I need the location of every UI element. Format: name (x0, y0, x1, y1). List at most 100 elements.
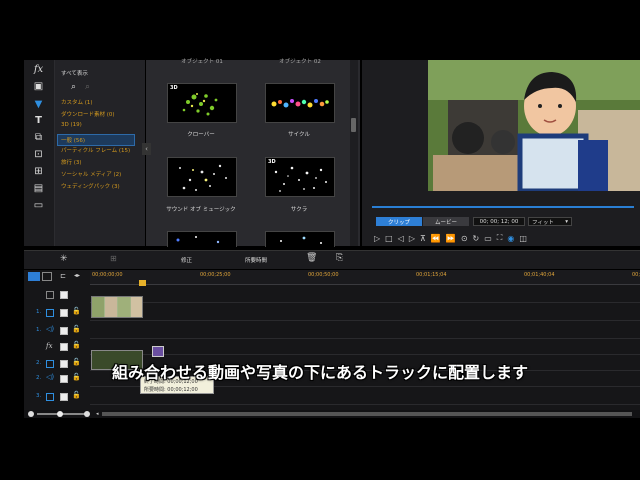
drag-cursor-icon (152, 346, 164, 357)
thumb-partial-1[interactable] (167, 231, 237, 247)
show-all-dropdown[interactable]: すべて表示 (61, 69, 88, 77)
tool-strip: fx ▣ ▼ T ⧉ ⊡ ⊞ ▤ ▭ (24, 60, 55, 246)
category-item[interactable]: ウェディングパック (3) (61, 182, 120, 190)
delete-category-icon[interactable]: ⌕ (85, 82, 90, 92)
thumb-partial-2[interactable] (265, 231, 335, 247)
3d-mode-icon[interactable]: ◉ (507, 234, 514, 243)
track-enable-checkbox[interactable] (60, 291, 68, 299)
category-item[interactable]: 3D (19) (61, 122, 82, 128)
scroll-left-icon[interactable]: ◂ (96, 411, 99, 417)
thumb-top-label-2: オブジェクト 02 (279, 59, 321, 65)
track-header-fx: fx 🔓 (24, 338, 90, 354)
play-icon[interactable]: ▷ (374, 234, 380, 243)
snapshot-icon[interactable]: ⊼ (420, 234, 426, 243)
video-track-icon (46, 393, 54, 401)
transition-room-icon[interactable]: ⧉ (31, 131, 46, 144)
fx-icon[interactable]: fx (31, 63, 46, 76)
sound-of-music-particles (179, 164, 227, 191)
video-track-icon (46, 309, 54, 317)
track-row[interactable] (90, 338, 640, 355)
stop-icon[interactable]: □ (385, 234, 393, 243)
fit-timeline-icon[interactable]: ◂▸ (74, 272, 80, 279)
particle-thumbnail-grid: オブジェクト 01 オブジェクト 02 3D クローバー サイクル サウンド オ… (146, 59, 360, 247)
video-clip[interactable] (91, 296, 143, 318)
timeline-tracks: ⊏ ◂▸ 00;00;00;00 00;00;25;00 00;00;50;00 00… (24, 270, 640, 410)
add-category-icon[interactable]: ⌕ (71, 82, 76, 92)
cycle-particles (271, 99, 329, 108)
clover-particles (182, 93, 218, 116)
lock-icon[interactable]: 🔓 (72, 391, 81, 399)
category-item[interactable]: ソーシャル メディア (2) (61, 170, 121, 178)
volume-icon[interactable]: ◫ (519, 234, 527, 243)
zoom-fit-select[interactable]: フィット ▾ (528, 217, 572, 226)
rewind-icon[interactable]: ⏪ (431, 234, 441, 243)
subtitle-icon[interactable]: ▭ (484, 234, 492, 243)
scrollbar-thumb[interactable] (351, 118, 356, 132)
ruler-tick-label: 00;01;15;04 (416, 272, 447, 278)
storyboard-view-icon[interactable] (42, 272, 52, 281)
thumb-cycle[interactable] (265, 83, 335, 123)
record-icon[interactable]: ⊙ (461, 234, 468, 243)
thumb-scrollbar[interactable] (350, 60, 358, 246)
tutorial-caption: 組み合わせる動画や写真の下にあるトラックに配置します (111, 363, 528, 382)
category-item[interactable]: パーティクル フレーム (15) (61, 146, 130, 154)
fast-forward-icon[interactable]: ⏩ (446, 234, 456, 243)
timeline-zoom-bar: ◂ (24, 410, 640, 418)
track-enable-checkbox[interactable] (60, 343, 68, 351)
clip-filmstrip (92, 297, 142, 317)
magic-tool-icon[interactable]: ✳ (60, 254, 68, 264)
movie-mode-tab[interactable]: ムービー (423, 217, 469, 226)
category-item[interactable]: ダウンロード素材 (0) (61, 110, 115, 118)
tooltip-duration: 所要時間: 00;00;12;00 (144, 387, 198, 393)
track-manager-icon[interactable]: ⊏ (60, 272, 66, 280)
collapse-panel-icon[interactable]: ‹ (142, 143, 151, 155)
split-icon[interactable]: ⊞ (110, 254, 117, 263)
track-enable-checkbox[interactable] (60, 327, 68, 335)
audio-mix-icon[interactable]: ⊞ (31, 165, 46, 178)
lock-icon[interactable]: 🔓 (72, 325, 81, 333)
fullscreen-icon[interactable]: ⛶ (497, 233, 503, 243)
subtitle-room-icon[interactable]: ▭ (31, 199, 46, 212)
category-item[interactable]: 一般 (56) (57, 134, 135, 146)
lock-icon[interactable]: 🔓 (72, 341, 81, 349)
track-number: 3. (36, 393, 42, 399)
zoom-in-icon[interactable] (84, 411, 90, 417)
thumb-clover[interactable]: 3D (167, 83, 237, 123)
preview-photo (428, 60, 640, 191)
timeline-ruler[interactable]: 00;00;00;00 00;00;25;00 00;00;50;00 00;01;1… (90, 270, 640, 285)
track-row[interactable] (90, 286, 640, 303)
next-frame-icon[interactable]: ▷ (409, 234, 415, 243)
media-room-icon[interactable]: ▣ (31, 80, 46, 93)
title-room-icon[interactable]: T (31, 114, 46, 127)
track-row[interactable] (90, 296, 640, 321)
category-item[interactable]: カスタム (1) (61, 98, 93, 106)
particle-room-icon[interactable]: ▼ (31, 98, 46, 111)
zoom-out-icon[interactable] (28, 411, 34, 417)
track-enable-checkbox[interactable] (60, 309, 68, 317)
thumb-sakura[interactable]: 3D (265, 157, 335, 197)
chevron-down-icon: ▾ (565, 218, 568, 225)
track-row[interactable] (90, 322, 640, 339)
loop-icon[interactable]: ↻ (473, 234, 480, 243)
zoom-slider-thumb[interactable] (57, 411, 63, 417)
clip-mode-tab[interactable]: クリップ (376, 217, 422, 226)
thumb-label-sound-of-music: サウンド オブ ミュージック (166, 207, 236, 213)
duration-button[interactable]: 所要時間 (245, 256, 267, 264)
lock-icon[interactable]: 🔓 (72, 307, 81, 315)
thumb-label-cycle: サイクル (288, 132, 310, 138)
chapter-room-icon[interactable]: ▤ (31, 182, 46, 195)
ruler-tick-label: 00;00;00;00 (92, 272, 123, 278)
pip-room-icon[interactable]: ⊡ (31, 148, 46, 161)
timeline-scrollbar[interactable] (102, 412, 632, 416)
prev-frame-icon[interactable]: ◁ (398, 234, 404, 243)
category-item[interactable]: 旅行 (3) (61, 158, 82, 166)
trash-icon[interactable]: 🗑 (306, 253, 317, 263)
thumb-sound-of-music[interactable] (167, 157, 237, 197)
track-enable-checkbox[interactable] (60, 393, 68, 401)
thumb-label-sakura: サクラ (290, 207, 308, 213)
preview-progress-bar[interactable] (372, 206, 634, 208)
fix-enhance-button[interactable]: 修正 (181, 256, 192, 264)
timecode-display[interactable]: 00; 00; 12; 00 (473, 217, 525, 226)
export-icon[interactable]: ⎘ (336, 253, 343, 263)
timeline-view-icon[interactable] (28, 272, 40, 281)
